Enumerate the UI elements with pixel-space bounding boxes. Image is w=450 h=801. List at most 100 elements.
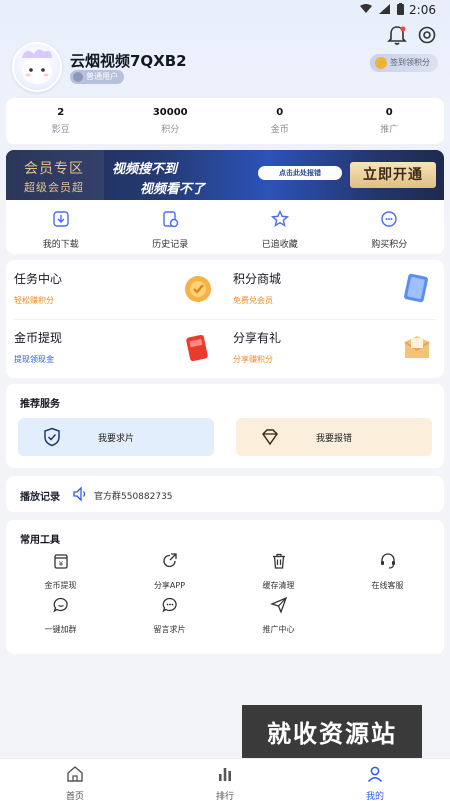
share-gift[interactable]: 分享有礼 分享赚积分 — [225, 319, 444, 378]
stat-label: 影豆 — [51, 125, 70, 135]
tab-label: 我的 — [365, 792, 384, 801]
tool-leave-message[interactable]: 留言求片 — [115, 596, 224, 635]
quick-download[interactable]: 我的下载 — [6, 200, 116, 254]
stat-promotion[interactable]: 0 推广 — [335, 98, 445, 144]
task-title: 任务中心 — [14, 272, 63, 286]
quick-buy-points[interactable]: 购买积分 — [335, 200, 445, 254]
signin-button[interactable]: 签到领积分 — [370, 54, 438, 72]
tool-promotion-center[interactable]: 推广中心 — [224, 596, 333, 635]
history-icon — [163, 211, 179, 228]
settings-icon[interactable] — [416, 24, 438, 46]
tools-card: 常用工具 ¥ 金币提现 分享APP 缓存清理 在线客服 一键加群 留言求片 推广… — [6, 520, 444, 654]
bottom-tab-bar: 首页 排行 我的 — [0, 758, 450, 801]
download-icon — [53, 211, 69, 227]
stat-value: 2 — [57, 107, 65, 118]
task-title: 积分商城 — [233, 272, 282, 286]
coin-withdraw[interactable]: 金币提现 提现领现金 — [6, 319, 225, 378]
share-icon — [162, 553, 177, 568]
tool-label: 缓存清理 — [262, 581, 295, 590]
vip-slogan-1: 视频搜不到 — [112, 162, 178, 177]
task-center[interactable]: 任务中心 轻松赚积分 — [6, 260, 225, 319]
quick-actions: 我的下载 历史记录 已追收藏 购买积分 — [6, 200, 444, 254]
vip-zone-subtitle: 超级会员超 — [24, 181, 84, 194]
tool-label: 分享APP — [153, 581, 186, 590]
task-subtitle: 分享赚积分 — [233, 355, 273, 364]
avatar[interactable] — [12, 42, 62, 92]
recommend-card: 推荐服务 我要求片 我要报错 — [6, 384, 444, 468]
play-record-title: 播放记录 — [20, 492, 60, 503]
quick-label: 我的下载 — [42, 240, 79, 250]
tool-share-app[interactable]: 分享APP — [115, 552, 224, 591]
report-pill[interactable]: 点击此处报错 — [258, 166, 342, 180]
tab-mine[interactable]: 我的 — [300, 759, 450, 801]
tool-online-service[interactable]: 在线客服 — [333, 552, 442, 591]
send-icon — [269, 596, 287, 614]
ranking-icon — [219, 768, 231, 781]
task-title: 分享有礼 — [233, 331, 282, 345]
coin-withdraw-icon — [186, 334, 208, 362]
stat-label: 推广 — [380, 125, 399, 135]
stats-card: 2 影豆 30000 积分 0 金币 0 推广 — [6, 98, 444, 144]
coin-icon — [381, 211, 397, 227]
stat-value: 0 — [385, 107, 393, 118]
tab-home[interactable]: 首页 — [0, 759, 150, 801]
stat-label: 积分 — [161, 125, 180, 135]
quick-favorites[interactable]: 已追收藏 — [225, 200, 335, 254]
tasks-card: 任务中心 轻松赚积分 积分商城 免费兑会员 金币提现 提现领现金 分享有礼 分享… — [6, 260, 444, 378]
tool-coin-withdraw[interactable]: ¥ 金币提现 — [6, 552, 115, 591]
tool-label: 金币提现 — [44, 581, 77, 590]
report-error-label: 我要报错 — [315, 434, 352, 444]
tool-label: 推广中心 — [262, 625, 295, 634]
tab-label: 排行 — [215, 792, 234, 801]
tool-clear-cache[interactable]: 缓存清理 — [224, 552, 333, 591]
vip-banner[interactable]: 会员专区 超级会员超 视频搜不到 视频看不了 点击此处报错 立即开通 — [6, 150, 444, 200]
vip-slogan-2: 视频看不了 — [140, 182, 206, 197]
signin-label: 签到领积分 — [390, 58, 430, 67]
tool-label: 一键加群 — [44, 625, 77, 634]
watermark: 就收资源站 — [242, 705, 422, 763]
signin-coin-icon — [375, 57, 387, 69]
vip-open-button[interactable]: 立即开通 — [350, 162, 436, 188]
recommend-title: 推荐服务 — [20, 399, 60, 410]
quick-label: 历史记录 — [152, 240, 189, 250]
task-subtitle: 轻松赚积分 — [14, 296, 54, 305]
wifi-icon — [360, 4, 372, 13]
request-movie-button[interactable]: 我要求片 — [18, 418, 214, 456]
stat-beans[interactable]: 2 影豆 — [6, 98, 116, 144]
quick-label: 已追收藏 — [261, 240, 298, 250]
tool-label: 留言求片 — [153, 625, 186, 634]
official-group: 官方群550882735 — [94, 492, 173, 502]
tool-join-group[interactable]: 一键加群 — [6, 596, 115, 635]
vip-zone-title: 会员专区 — [24, 161, 84, 177]
trash-icon — [272, 553, 285, 569]
quick-history[interactable]: 历史记录 — [116, 200, 226, 254]
bell-icon[interactable] — [386, 24, 408, 46]
stat-label: 金币 — [270, 125, 289, 135]
clock: 2:06 — [409, 3, 436, 17]
stat-value: 30000 — [152, 107, 188, 118]
task-subtitle: 提现领现金 — [14, 355, 54, 364]
speaker-icon — [73, 486, 86, 502]
system-icons — [360, 3, 404, 15]
task-title: 金币提现 — [14, 331, 63, 345]
tool-label: 在线客服 — [371, 581, 404, 590]
star-icon — [270, 209, 289, 227]
tab-ranking[interactable]: 排行 — [150, 759, 300, 801]
task-center-icon — [185, 276, 211, 302]
task-subtitle: 免费兑会员 — [233, 296, 273, 305]
profile-header: 云烟视频7QXB2 普通用户 签到领积分 — [0, 22, 450, 100]
level-icon — [73, 72, 83, 82]
user-icon — [367, 766, 383, 783]
report-error-button[interactable]: 我要报错 — [236, 418, 432, 456]
play-record-card[interactable]: 播放记录 官方群550882735 — [6, 476, 444, 512]
stat-coins[interactable]: 0 金币 — [225, 98, 335, 144]
avatar-mascot-icon — [22, 49, 52, 84]
quick-label: 购买积分 — [371, 240, 408, 250]
watermark-text: 就收资源站 — [267, 720, 397, 748]
stat-points[interactable]: 30000 积分 — [116, 98, 226, 144]
message-icon — [161, 597, 177, 613]
points-mall[interactable]: 积分商城 免费兑会员 — [225, 260, 444, 319]
chat-icon — [52, 597, 68, 613]
wallet-icon: ¥ — [53, 554, 68, 569]
tools-title: 常用工具 — [20, 535, 60, 546]
